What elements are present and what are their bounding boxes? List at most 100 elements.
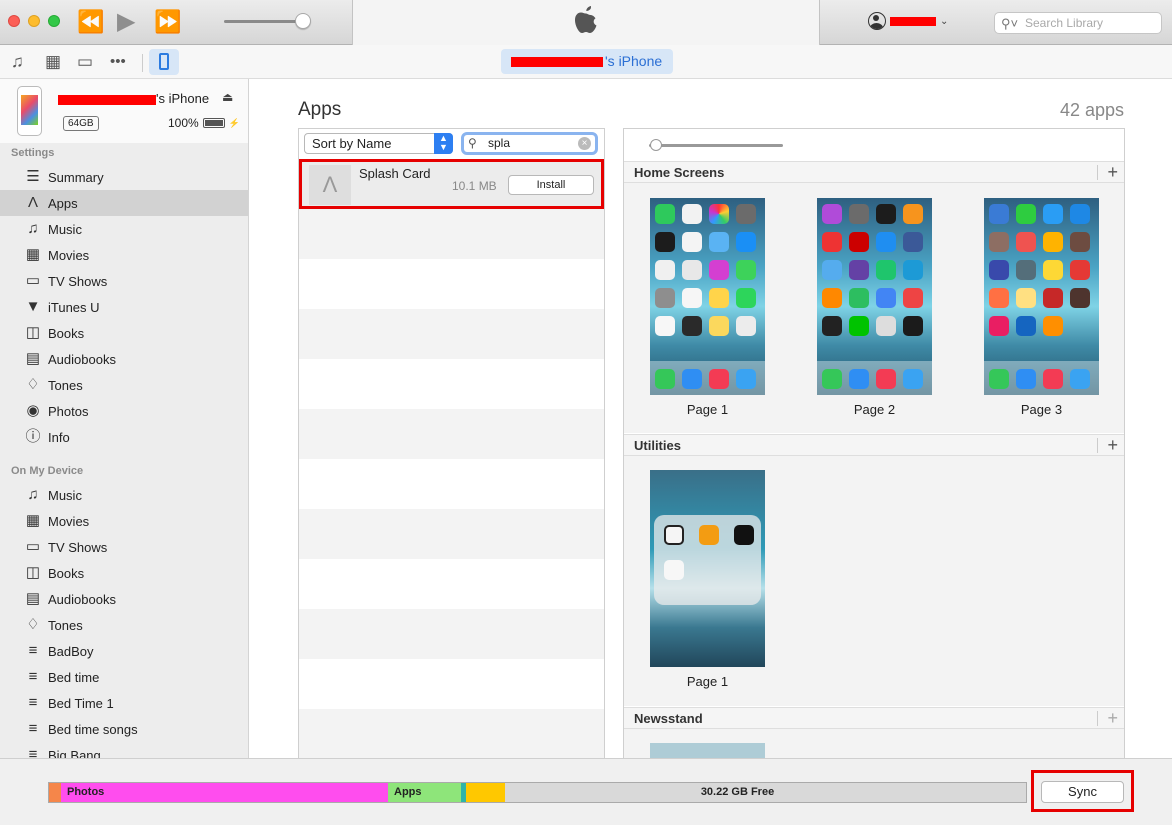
capacity-segment-photos: Photos (61, 783, 388, 802)
app-icon-grid (822, 204, 927, 336)
game-icon (1016, 204, 1036, 224)
list-stripe (299, 209, 604, 259)
sidebar-item-device-tv-shows[interactable]: ▭ TV Shows (0, 534, 248, 560)
home-page-3-thumbnail[interactable] (984, 198, 1099, 395)
home-page-1-thumbnail[interactable] (650, 198, 765, 395)
eject-icon[interactable]: ⏏ (222, 90, 233, 104)
install-button[interactable]: Install (508, 175, 594, 195)
volume-slider-thumb[interactable] (295, 13, 311, 29)
chevron-down-icon: ⌄ (940, 15, 949, 27)
reminders-icon (655, 260, 675, 280)
play-icon[interactable]: ▶ (117, 8, 135, 36)
add-page-icon[interactable]: + (1107, 162, 1118, 182)
app-result-row[interactable]: Λ Splash Card 10.1 MB Install (299, 159, 604, 209)
music-icon: ♫ (27, 486, 39, 503)
rewind-icon[interactable]: ⏪ (77, 8, 104, 36)
zoom-slider[interactable] (649, 144, 783, 147)
photos-icon: ◉ (26, 402, 40, 419)
utilities-title: Utilities (634, 438, 681, 453)
facetime-icon (736, 288, 756, 308)
sidebar-item-playlist-bed-time-1[interactable]: ≡ Bed Time 1 (0, 690, 248, 716)
sidebar-item-device-movies[interactable]: ▦ Movies (0, 508, 248, 534)
sidebar-item-playlist-badboy[interactable]: ≡ BadBoy (0, 638, 248, 664)
sidebar-item-info[interactable]: ⓘ Info (0, 424, 248, 450)
fast-forward-icon[interactable]: ⏩ (154, 8, 181, 36)
list-stripe (299, 609, 604, 659)
utilities-page-thumbnail[interactable] (650, 470, 765, 667)
device-button[interactable] (149, 49, 179, 75)
clear-search-icon[interactable]: × (578, 137, 591, 150)
line-icon (849, 316, 869, 336)
utilities-page-label: Page 1 (686, 674, 729, 689)
page-2-label: Page 2 (853, 402, 896, 417)
sidebar-item-device-audiobooks[interactable]: ▤ Audiobooks (0, 586, 248, 612)
device-tab[interactable]: 's iPhone (501, 49, 673, 74)
game-icon (1043, 260, 1063, 280)
folder (654, 515, 761, 605)
sidebar-item-device-tones[interactable]: ♢ Tones (0, 612, 248, 638)
sidebar-item-device-books[interactable]: ◫ Books (0, 560, 248, 586)
movies-icon[interactable]: ▦ (45, 52, 61, 72)
youtube-icon (849, 232, 869, 252)
sidebar-item-music[interactable]: ♫ Music (0, 216, 248, 242)
app-search-input[interactable]: ⚲ spla × (461, 132, 598, 155)
phone-icon (655, 369, 675, 389)
mail-icon (1016, 369, 1036, 389)
sidebar-item-playlist-big-bang[interactable]: ≡ Big Bang (0, 742, 248, 759)
list-stripe (299, 309, 604, 359)
tv-icon: ▭ (25, 538, 41, 555)
sidebar-item-photos[interactable]: ◉ Photos (0, 398, 248, 424)
zoom-window-button[interactable] (48, 15, 60, 27)
sidebar-item-books[interactable]: ◫ Books (0, 320, 248, 346)
capacity-segment (49, 783, 61, 802)
newsstand-page-thumbnail[interactable] (650, 743, 765, 758)
zoom-slider-thumb[interactable] (650, 139, 662, 151)
evernote-icon (849, 288, 869, 308)
sort-select[interactable]: Sort by Name ▲ ▼ (304, 133, 453, 154)
game-center-icon (682, 260, 702, 280)
app-icon (1016, 316, 1036, 336)
battery-status: 100% ⚡ (168, 116, 240, 130)
home-page-2-thumbnail[interactable] (817, 198, 932, 395)
search-library-input[interactable]: ⚲˅ Search Library (994, 12, 1162, 34)
clock-icon (664, 525, 684, 545)
sync-button[interactable]: Sync (1041, 781, 1124, 803)
app-icon-grid (655, 204, 760, 336)
add-page-icon: + (1107, 708, 1118, 728)
sidebar-item-playlist-bed-time-songs[interactable]: ≡ Bed time songs (0, 716, 248, 742)
iphone-icon (159, 53, 169, 70)
minimize-window-button[interactable] (28, 15, 40, 27)
sidebar-item-tones[interactable]: ♢ Tones (0, 372, 248, 398)
sidebar-item-playlist-bed-time[interactable]: ≡ Bed time (0, 664, 248, 690)
audiobooks-icon: ▤ (25, 350, 41, 367)
messages-icon (655, 204, 675, 224)
sidebar-item-device-music[interactable]: ♫ Music (0, 482, 248, 508)
camera-icon (736, 204, 756, 224)
add-page-icon[interactable]: + (1107, 435, 1118, 455)
volume-slider[interactable] (224, 20, 304, 23)
account-menu[interactable]: ⌄ (868, 12, 948, 30)
app-size: 10.1 MB (452, 179, 497, 193)
tv-icon[interactable]: ▭ (77, 52, 93, 72)
weather-icon (709, 232, 729, 252)
sidebar-item-movies[interactable]: ▦ Movies (0, 242, 248, 268)
game-icon (1016, 260, 1036, 280)
twitter-icon (822, 260, 842, 280)
newsstand-title: Newsstand (634, 711, 703, 726)
sidebar-item-apps[interactable]: Λ Apps (0, 190, 248, 216)
game-icon (1043, 232, 1063, 252)
books-icon: ◫ (25, 324, 41, 341)
movies-icon: ▦ (25, 512, 41, 529)
music-icon[interactable]: ♫ (11, 52, 24, 72)
main-content: Apps 42 apps Sort by Name ▲ ▼ ⚲ spla × Λ … (250, 79, 1172, 758)
photos-icon (709, 204, 729, 224)
playlist-icon: ≡ (28, 668, 38, 685)
sidebar-item-itunes-u[interactable]: ▼ iTunes U (0, 294, 248, 320)
close-window-button[interactable] (8, 15, 20, 27)
sidebar-item-tv-shows[interactable]: ▭ TV Shows (0, 268, 248, 294)
more-icon[interactable]: ••• (110, 52, 126, 72)
sidebar-item-audiobooks[interactable]: ▤ Audiobooks (0, 346, 248, 372)
sidebar-item-summary[interactable]: ☰ Summary (0, 164, 248, 190)
apps-count: 42 apps (1059, 100, 1124, 120)
game-icon (989, 316, 1009, 336)
